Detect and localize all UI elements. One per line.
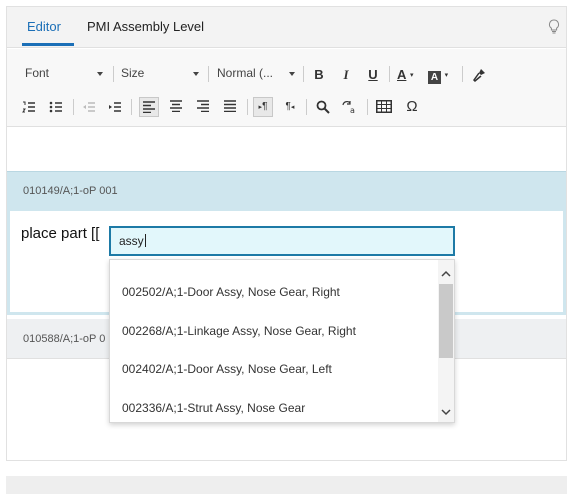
chevron-down-icon	[289, 72, 295, 76]
tab-pmi-assembly-level[interactable]: PMI Assembly Level	[87, 19, 204, 34]
section-header[interactable]: 010149/A;1-oP 001	[7, 171, 566, 211]
toolbar-divider	[303, 66, 304, 82]
font-select[interactable]: Font	[25, 66, 103, 84]
increase-indent-icon[interactable]	[105, 97, 125, 117]
editor-text: place part [[	[21, 225, 100, 242]
toolbar-divider	[113, 66, 114, 82]
arrow-left-icon: ◂	[290, 104, 295, 111]
text-cursor	[144, 234, 146, 247]
bullet-list-icon[interactable]	[46, 97, 66, 117]
ltr-pilcrow-label: ¶	[262, 101, 268, 112]
toolbar-divider	[73, 99, 74, 115]
search-icon[interactable]	[313, 97, 333, 117]
toolbar-divider	[367, 99, 368, 115]
align-right-icon[interactable]	[193, 97, 213, 117]
autocomplete-option[interactable]: 002268/A;1-Linkage Assy, Nose Gear, Righ…	[122, 324, 356, 338]
align-center-icon[interactable]	[166, 97, 186, 117]
size-select-label: Size	[121, 66, 145, 80]
editor-panel: Editor PMI Assembly Level Font Size Norm…	[6, 6, 567, 461]
chevron-down-icon	[193, 72, 199, 76]
underline-button[interactable]: U	[363, 65, 383, 85]
autocomplete-option[interactable]: 002336/A;1-Strut Assy, Nose Gear	[122, 401, 305, 415]
align-left-icon[interactable]	[139, 97, 159, 117]
replace-icon[interactable]: a	[340, 97, 360, 117]
toolbar-divider	[208, 66, 209, 82]
rtl-direction-button[interactable]: ¶◂	[280, 97, 300, 117]
section-id: 010149/A;1-oP 001	[23, 185, 118, 197]
toolbar-divider	[306, 99, 307, 115]
autocomplete-option[interactable]: 002502/A;1-Door Assy, Nose Gear, Right	[122, 285, 340, 299]
bg-color-label: A	[428, 71, 441, 84]
editor-toolbar: Font Size Normal (... B I U A ▾ A ▾ ▸¶ ¶…	[7, 49, 566, 127]
format-painter-icon[interactable]	[469, 65, 489, 85]
size-select[interactable]: Size	[121, 66, 199, 84]
font-select-label: Font	[25, 66, 50, 80]
tab-editor[interactable]: Editor	[27, 19, 61, 34]
background-color-button[interactable]: A ▾	[428, 65, 456, 85]
dropdown-scrollbar[interactable]	[438, 260, 454, 422]
text-color-button[interactable]: A ▾	[397, 65, 425, 85]
special-character-button[interactable]: Ω	[402, 97, 422, 117]
numbered-list-icon[interactable]	[19, 97, 39, 117]
active-tab-indicator	[22, 43, 74, 46]
footer-strip	[6, 476, 567, 494]
chevron-down-icon: ▾	[410, 72, 414, 79]
text-color-label: A	[397, 67, 407, 82]
toolbar-divider	[389, 66, 390, 82]
tab-bar: Editor PMI Assembly Level	[7, 7, 566, 48]
toolbar-divider	[247, 99, 248, 115]
svg-text:a: a	[350, 106, 355, 114]
chevron-down-icon	[97, 72, 103, 76]
chevron-down-icon: ▾	[444, 72, 449, 79]
bold-button[interactable]: B	[309, 65, 329, 85]
part-search-value: assy	[119, 234, 144, 248]
section-id: 010588/A;1-oP 0	[23, 333, 106, 345]
lightbulb-icon[interactable]	[548, 19, 560, 35]
part-search-input[interactable]: assy	[109, 226, 455, 256]
autocomplete-dropdown: 002502/A;1-Door Assy, Nose Gear, Right 0…	[109, 259, 455, 423]
table-icon[interactable]	[374, 97, 394, 117]
autocomplete-option[interactable]: 002402/A;1-Door Assy, Nose Gear, Left	[122, 362, 332, 376]
ltr-direction-button[interactable]: ▸¶	[253, 97, 273, 117]
justify-icon[interactable]	[220, 97, 240, 117]
decrease-indent-icon[interactable]	[79, 97, 99, 117]
toolbar-divider	[131, 99, 132, 115]
chevron-down-icon[interactable]	[438, 404, 454, 420]
italic-button[interactable]: I	[336, 65, 356, 85]
toolbar-divider	[462, 66, 463, 82]
style-select[interactable]: Normal (...	[217, 66, 295, 84]
style-select-label: Normal (...	[217, 66, 274, 80]
chevron-up-icon[interactable]	[438, 266, 454, 282]
scrollbar-thumb[interactable]	[439, 284, 453, 358]
